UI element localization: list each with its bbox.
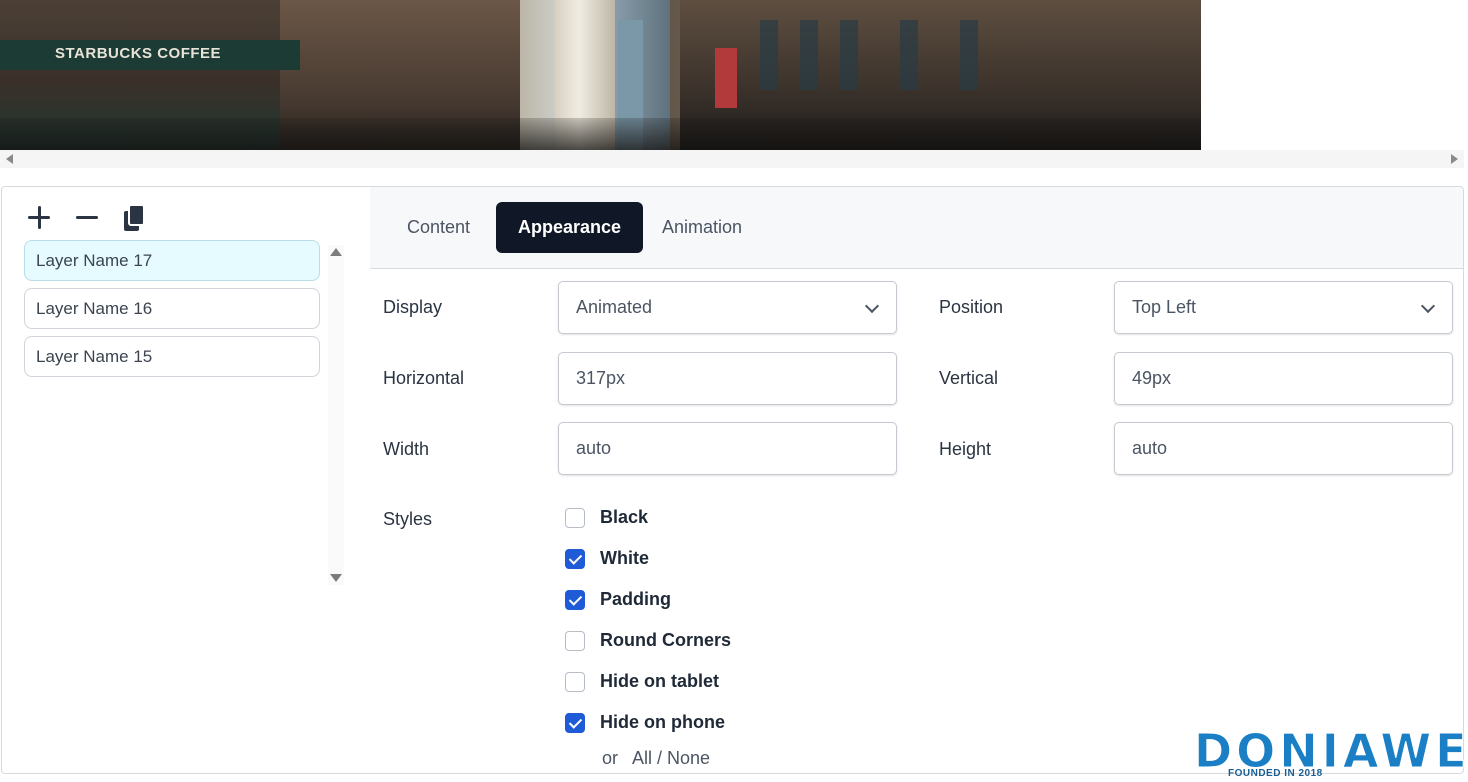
vertical-label: Vertical: [939, 368, 999, 388]
checkbox[interactable]: [565, 507, 585, 528]
layer-item[interactable]: Layer Name 17: [24, 240, 320, 281]
vertical-input[interactable]: 49px: [1114, 352, 1453, 405]
display-select[interactable]: Animated: [558, 281, 897, 334]
checkbox[interactable]: [565, 712, 585, 733]
tab-bar: Content Appearance Animation: [370, 187, 1463, 269]
style-option-padding[interactable]: Padding: [565, 579, 731, 620]
checkbox[interactable]: [565, 671, 585, 692]
all-none-link[interactable]: All / None: [632, 748, 710, 769]
style-option-round-corners[interactable]: Round Corners: [565, 620, 731, 661]
layer-toolbar: [26, 203, 148, 233]
street: [0, 118, 1201, 150]
tab-content[interactable]: Content: [385, 202, 492, 253]
window: [900, 20, 918, 90]
width-input[interactable]: auto: [558, 422, 897, 475]
layer-item-label: Layer Name 17: [36, 250, 153, 270]
scroll-right-icon[interactable]: [1451, 154, 1458, 164]
horizontal-label: Horizontal: [383, 368, 465, 388]
styles-checkbox-group: Black White Padding Round Corners Hide o…: [565, 497, 731, 743]
banner-image: STARBUCKS COFFEE: [0, 0, 1201, 150]
style-option-white[interactable]: White: [565, 538, 731, 579]
vertical-value: 49px: [1132, 368, 1172, 388]
layer-editor: Layer Name 17 Layer Name 16 Layer Name 1…: [1, 186, 1464, 774]
checkbox[interactable]: [565, 548, 585, 569]
styles-label: Styles: [383, 509, 433, 529]
storefront-sign: STARBUCKS COFFEE: [55, 45, 222, 62]
checkbox-label: Black: [600, 507, 649, 527]
scroll-left-icon[interactable]: [6, 154, 13, 164]
horizontal-value: 317px: [576, 368, 626, 388]
horizontal-scrollbar[interactable]: [0, 150, 1464, 168]
height-input[interactable]: auto: [1114, 422, 1453, 475]
position-label: Position: [939, 297, 1004, 317]
layer-item-label: Layer Name 16: [36, 298, 153, 318]
width-value: auto: [576, 438, 612, 458]
horizontal-input[interactable]: 317px: [558, 352, 897, 405]
layer-list: Layer Name 17 Layer Name 16 Layer Name 1…: [24, 240, 320, 384]
checkbox-label: Round Corners: [600, 630, 732, 650]
watermark-logo: DONIAWEB FOUNDED IN 2018: [1192, 724, 1468, 780]
select-all-none: or All / None: [602, 748, 710, 769]
style-option-hide-on-tablet[interactable]: Hide on tablet: [565, 661, 731, 702]
checkbox-label: Padding: [600, 589, 671, 609]
position-select[interactable]: Top Left: [1114, 281, 1453, 334]
layer-item[interactable]: Layer Name 16: [24, 288, 320, 329]
layer-item[interactable]: Layer Name 15: [24, 336, 320, 377]
scroll-down-icon[interactable]: [330, 574, 342, 582]
window: [960, 20, 978, 90]
layer-item-label: Layer Name 15: [36, 346, 153, 366]
checkbox[interactable]: [565, 589, 585, 610]
checkbox-label: White: [600, 548, 649, 568]
checkbox[interactable]: [565, 630, 585, 651]
display-value: Animated: [576, 297, 653, 317]
window: [760, 20, 778, 90]
height-value: auto: [1132, 438, 1168, 458]
chevron-down-icon: [864, 298, 880, 314]
tab-animation[interactable]: Animation: [640, 202, 764, 253]
display-label: Display: [383, 297, 443, 317]
layers-panel: Layer Name 17 Layer Name 16 Layer Name 1…: [2, 187, 370, 773]
copy-icon[interactable]: [122, 203, 148, 233]
tab-appearance[interactable]: Appearance: [496, 202, 644, 253]
chevron-down-icon: [1420, 298, 1436, 314]
style-option-black[interactable]: Black: [565, 497, 731, 538]
checkbox-label: Hide on phone: [600, 712, 725, 732]
checkbox-label: Hide on tablet: [600, 671, 720, 691]
width-label: Width: [383, 439, 430, 459]
layer-list-scrollbar[interactable]: [328, 245, 344, 585]
logo-tagline: FOUNDED IN 2018: [1228, 768, 1323, 779]
height-label: Height: [939, 439, 992, 459]
minus-icon[interactable]: [74, 203, 100, 233]
window: [840, 20, 858, 90]
position-value: Top Left: [1132, 297, 1197, 317]
window: [800, 20, 818, 90]
flag: [715, 48, 737, 108]
scroll-up-icon[interactable]: [330, 248, 342, 256]
style-option-hide-on-phone[interactable]: Hide on phone: [565, 702, 731, 743]
properties-panel: Content Appearance Animation Display Ani…: [370, 187, 1463, 773]
plus-icon[interactable]: [26, 203, 52, 233]
or-text: or: [602, 748, 619, 768]
